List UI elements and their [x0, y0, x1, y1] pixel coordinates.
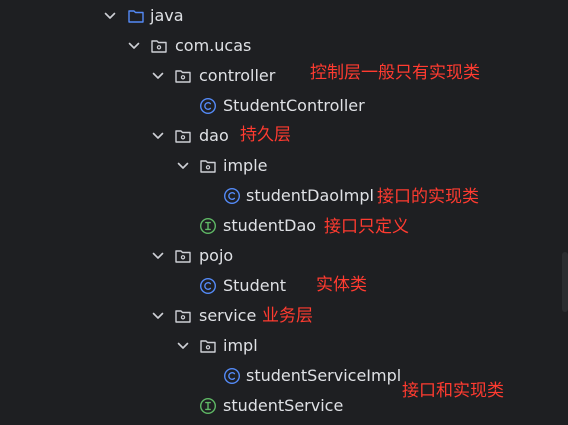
tree-label-student-service: studentService — [223, 396, 344, 415]
chevron-down-icon[interactable] — [102, 8, 118, 24]
tree-label-student: Student — [223, 276, 286, 295]
annotation-pojo: 实体类 — [316, 275, 367, 295]
annotation-dao-interface: 接口只定义 — [324, 217, 409, 237]
tree-node-java[interactable]: java — [0, 1, 560, 31]
chevron-down-icon[interactable] — [150, 248, 166, 264]
tree-node-com-ucas[interactable]: com.ucas — [0, 31, 560, 61]
annotation-dao-impl: 接口的实现类 — [377, 187, 479, 207]
tree-node-student[interactable]: Student — [0, 271, 560, 301]
chevron-down-icon[interactable] — [150, 128, 166, 144]
tree-label-student-controller: StudentController — [223, 96, 365, 115]
annotation-service: 业务层 — [262, 306, 313, 326]
tree-label-student-service-impl: studentServiceImpl — [246, 366, 402, 385]
vertical-scrollbar[interactable] — [562, 252, 568, 312]
package-icon — [199, 337, 217, 355]
tree-label-imple: imple — [223, 156, 268, 175]
class-icon — [199, 277, 217, 295]
tree-node-impl[interactable]: impl — [0, 331, 560, 361]
package-icon — [174, 127, 192, 145]
project-tree: java com.ucas controller 控制层一般只有实现类 Stud… — [0, 0, 568, 425]
package-icon — [199, 157, 217, 175]
class-icon — [223, 367, 241, 385]
chevron-down-icon[interactable] — [150, 68, 166, 84]
tree-label-controller: controller — [199, 66, 276, 85]
annotation-dao: 持久层 — [240, 125, 291, 145]
tree-label-service: service — [199, 306, 257, 325]
tree-label-pojo: pojo — [199, 246, 234, 265]
interface-icon — [199, 217, 217, 235]
tree-label-dao: dao — [199, 126, 229, 145]
chevron-down-icon[interactable] — [150, 308, 166, 324]
tree-node-imple[interactable]: imple — [0, 151, 560, 181]
tree-node-student-dao[interactable]: studentDao — [0, 211, 560, 241]
chevron-down-icon[interactable] — [126, 38, 142, 54]
tree-node-student-controller[interactable]: StudentController — [0, 91, 560, 121]
package-icon — [150, 37, 168, 55]
package-icon — [174, 247, 192, 265]
package-icon — [174, 67, 192, 85]
tree-label-com-ucas: com.ucas — [175, 36, 252, 55]
package-icon — [174, 307, 192, 325]
tree-label-java: java — [150, 6, 184, 25]
class-icon — [199, 97, 217, 115]
annotation-controller: 控制层一般只有实现类 — [310, 63, 480, 83]
tree-node-student-service[interactable]: studentService — [0, 391, 560, 421]
tree-label-student-dao: studentDao — [223, 216, 317, 235]
chevron-down-icon[interactable] — [175, 158, 191, 174]
interface-icon — [199, 397, 217, 415]
tree-label-impl: impl — [223, 336, 258, 355]
folder-icon — [127, 7, 145, 25]
tree-label-student-dao-impl: studentDaoImpl — [246, 186, 374, 205]
class-icon — [223, 187, 241, 205]
tree-node-pojo[interactable]: pojo — [0, 241, 560, 271]
chevron-down-icon[interactable] — [175, 338, 191, 354]
